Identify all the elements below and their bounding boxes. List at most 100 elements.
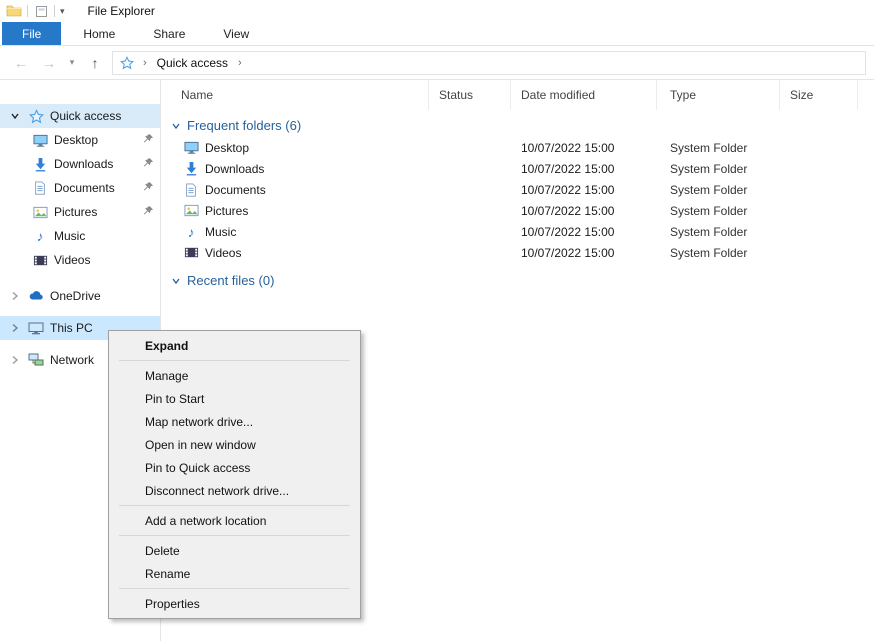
file-date-modified: 10/07/2022 15:00: [511, 246, 657, 260]
group-header-recent-files[interactable]: Recent files (0): [171, 273, 874, 288]
sidebar-item-pictures[interactable]: Pictures: [0, 200, 160, 224]
toolbar-separator: [27, 5, 28, 17]
film-icon: [32, 252, 48, 268]
desktop-icon: [183, 140, 199, 156]
table-row-documents[interactable]: Documents 10/07/2022 15:00 System Folder: [161, 179, 874, 200]
menu-item-map-network-drive[interactable]: Map network drive...: [109, 410, 360, 433]
table-row-music[interactable]: ♪ Music 10/07/2022 15:00 System Folder: [161, 221, 874, 242]
menu-item-pin-to-start[interactable]: Pin to Start: [109, 387, 360, 410]
customize-toolbar-chevron-icon[interactable]: ▾: [60, 6, 65, 17]
column-header-date-modified[interactable]: Date modified: [511, 80, 657, 110]
title-bar: ▾ File Explorer: [0, 0, 874, 22]
file-name: Videos: [205, 246, 241, 260]
computer-icon: [28, 320, 44, 336]
tab-share[interactable]: Share: [137, 22, 201, 45]
file-name: Documents: [205, 183, 266, 197]
column-header-type[interactable]: Type: [657, 80, 780, 110]
cloud-icon: [28, 288, 44, 304]
sidebar-item-desktop[interactable]: Desktop: [0, 128, 160, 152]
quick-access-toolbar-icon[interactable]: [33, 3, 49, 19]
music-note-icon: ♪: [32, 228, 48, 244]
context-menu: Expand Manage Pin to Start Map network d…: [108, 330, 361, 619]
breadcrumb-root[interactable]: Quick access: [155, 56, 230, 70]
quick-access-star-icon: [28, 108, 44, 124]
pin-icon: [143, 181, 154, 195]
file-date-modified: 10/07/2022 15:00: [511, 225, 657, 239]
tab-home[interactable]: Home: [67, 22, 131, 45]
file-type: System Folder: [657, 162, 780, 176]
table-row-videos[interactable]: Videos 10/07/2022 15:00 System Folder: [161, 242, 874, 263]
recent-locations-chevron-icon[interactable]: ▾: [66, 57, 78, 68]
sidebar-item-videos[interactable]: Videos: [0, 248, 160, 272]
menu-separator: [119, 505, 350, 506]
download-arrow-icon: [183, 161, 199, 177]
column-header-status[interactable]: Status: [429, 80, 511, 110]
file-name: Pictures: [205, 204, 248, 218]
sidebar-item-music[interactable]: ♪ Music: [0, 224, 160, 248]
picture-icon: [183, 203, 199, 219]
back-button[interactable]: ←: [10, 52, 32, 74]
pin-icon: [143, 157, 154, 171]
column-header-name[interactable]: Name: [161, 80, 429, 110]
document-icon: [183, 182, 199, 198]
file-type: System Folder: [657, 141, 780, 155]
address-bar[interactable]: › Quick access ›: [112, 51, 866, 75]
breadcrumb-chevron-icon[interactable]: ›: [234, 57, 246, 69]
window-title: File Explorer: [88, 4, 155, 18]
document-icon: [32, 180, 48, 196]
sidebar-item-downloads[interactable]: Downloads: [0, 152, 160, 176]
table-row-pictures[interactable]: Pictures 10/07/2022 15:00 System Folder: [161, 200, 874, 221]
table-row-downloads[interactable]: Downloads 10/07/2022 15:00 System Folder: [161, 158, 874, 179]
menu-item-open-in-new-window[interactable]: Open in new window: [109, 433, 360, 456]
file-name: Downloads: [205, 162, 264, 176]
chevron-down-icon[interactable]: [171, 121, 181, 131]
quick-access-star-icon: [119, 55, 135, 71]
file-date-modified: 10/07/2022 15:00: [511, 204, 657, 218]
menu-item-add-a-network-location[interactable]: Add a network location: [109, 509, 360, 532]
sidebar-item-label: Desktop: [54, 133, 137, 147]
file-explorer-window: ▾ File Explorer File Home Share View ← →…: [0, 0, 874, 641]
file-name: Music: [205, 225, 236, 239]
chevron-down-icon[interactable]: [171, 276, 181, 286]
forward-button[interactable]: →: [38, 52, 60, 74]
download-arrow-icon: [32, 156, 48, 172]
up-button[interactable]: ↑: [84, 52, 106, 74]
menu-separator: [119, 588, 350, 589]
sidebar-item-label: OneDrive: [50, 289, 154, 303]
chevron-down-icon[interactable]: [8, 111, 22, 121]
menu-item-pin-to-quick-access[interactable]: Pin to Quick access: [109, 456, 360, 479]
chevron-right-icon[interactable]: [8, 323, 22, 333]
column-header-row: Name Status Date modified Type Size: [161, 80, 874, 110]
picture-icon: [32, 204, 48, 220]
file-date-modified: 10/07/2022 15:00: [511, 162, 657, 176]
toolbar-separator: [54, 5, 55, 17]
menu-item-disconnect-network-drive[interactable]: Disconnect network drive...: [109, 479, 360, 502]
pin-icon: [143, 205, 154, 219]
file-type: System Folder: [657, 183, 780, 197]
network-icon: [28, 352, 44, 368]
sidebar-item-label: Documents: [54, 181, 137, 195]
pin-icon: [143, 133, 154, 147]
group-header-label: Frequent folders (6): [187, 118, 301, 133]
menu-item-expand[interactable]: Expand: [109, 334, 360, 357]
tab-view[interactable]: View: [207, 22, 265, 45]
sidebar-item-onedrive[interactable]: OneDrive: [0, 284, 160, 308]
table-row-desktop[interactable]: Desktop 10/07/2022 15:00 System Folder: [161, 137, 874, 158]
file-date-modified: 10/07/2022 15:00: [511, 141, 657, 155]
menu-item-manage[interactable]: Manage: [109, 364, 360, 387]
ribbon-tabs: File Home Share View: [0, 22, 874, 46]
menu-item-delete[interactable]: Delete: [109, 539, 360, 562]
breadcrumb-chevron-icon[interactable]: ›: [139, 57, 151, 69]
chevron-right-icon[interactable]: [8, 355, 22, 365]
menu-separator: [119, 535, 350, 536]
sidebar-item-documents[interactable]: Documents: [0, 176, 160, 200]
menu-separator: [119, 360, 350, 361]
group-header-frequent-folders[interactable]: Frequent folders (6): [171, 118, 874, 133]
column-header-size[interactable]: Size: [780, 80, 858, 110]
chevron-right-icon[interactable]: [8, 291, 22, 301]
menu-item-properties[interactable]: Properties: [109, 592, 360, 615]
menu-item-rename[interactable]: Rename: [109, 562, 360, 585]
sidebar-item-quick-access[interactable]: Quick access: [0, 104, 160, 128]
file-type: System Folder: [657, 204, 780, 218]
tab-file[interactable]: File: [2, 22, 61, 45]
